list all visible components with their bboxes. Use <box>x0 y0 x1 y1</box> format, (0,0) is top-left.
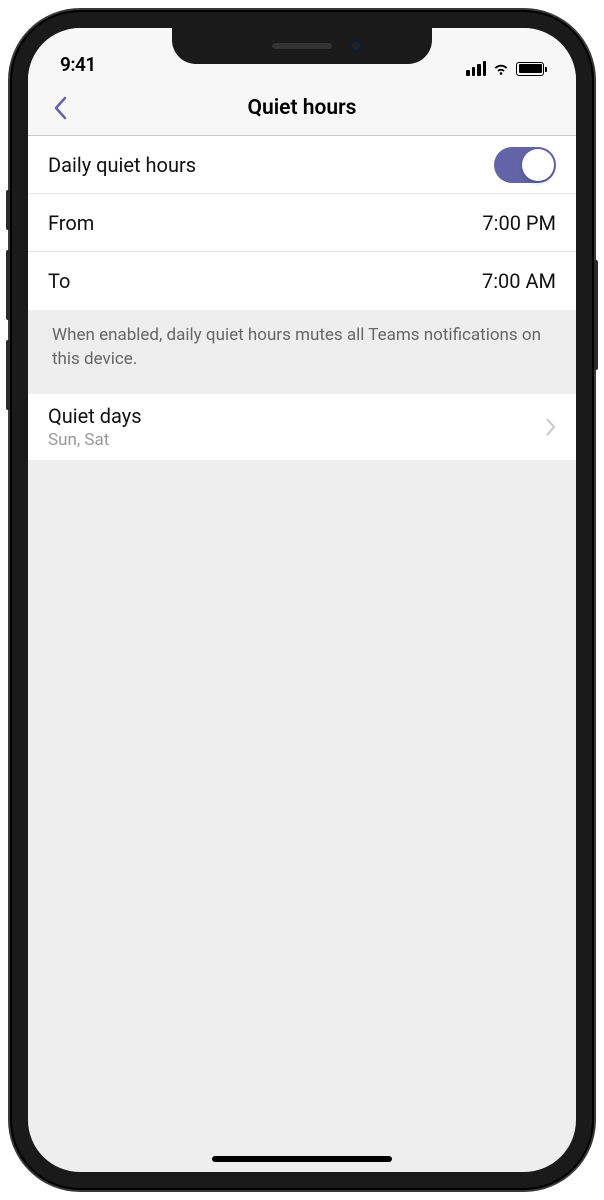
from-value: 7:00 PM <box>482 211 556 235</box>
notch <box>172 28 432 64</box>
quiet-days-value: Sun, Sat <box>48 430 546 450</box>
to-value: 7:00 AM <box>482 269 556 293</box>
page-title: Quiet hours <box>28 96 576 120</box>
chevron-left-icon <box>53 96 67 120</box>
nav-header: Quiet hours <box>28 80 576 136</box>
back-button[interactable] <box>40 88 80 128</box>
daily-quiet-hours-description: When enabled, daily quiet hours mutes al… <box>28 310 576 394</box>
chevron-right-icon <box>546 418 556 436</box>
quiet-days-label: Quiet days <box>48 404 546 428</box>
phone-frame: 9:41 Quiet hours <box>10 10 594 1190</box>
screen: 9:41 Quiet hours <box>28 28 576 1172</box>
home-indicator[interactable] <box>212 1156 392 1162</box>
to-label: To <box>48 269 70 293</box>
daily-quiet-hours-row: Daily quiet hours <box>28 136 576 194</box>
to-time-row[interactable]: To 7:00 AM <box>28 252 576 310</box>
daily-quiet-hours-label: Daily quiet hours <box>48 153 196 177</box>
cellular-signal-icon <box>466 61 486 76</box>
status-icons <box>466 61 544 76</box>
status-time: 9:41 <box>60 53 96 76</box>
from-time-row[interactable]: From 7:00 PM <box>28 194 576 252</box>
from-label: From <box>48 211 94 235</box>
daily-quiet-hours-group: Daily quiet hours From 7:00 PM To 7:00 A… <box>28 136 576 310</box>
quiet-days-group: Quiet days Sun, Sat <box>28 394 576 460</box>
daily-quiet-hours-toggle[interactable] <box>494 147 556 183</box>
wifi-icon <box>492 62 510 76</box>
quiet-days-row[interactable]: Quiet days Sun, Sat <box>28 394 576 460</box>
battery-icon <box>516 62 544 76</box>
